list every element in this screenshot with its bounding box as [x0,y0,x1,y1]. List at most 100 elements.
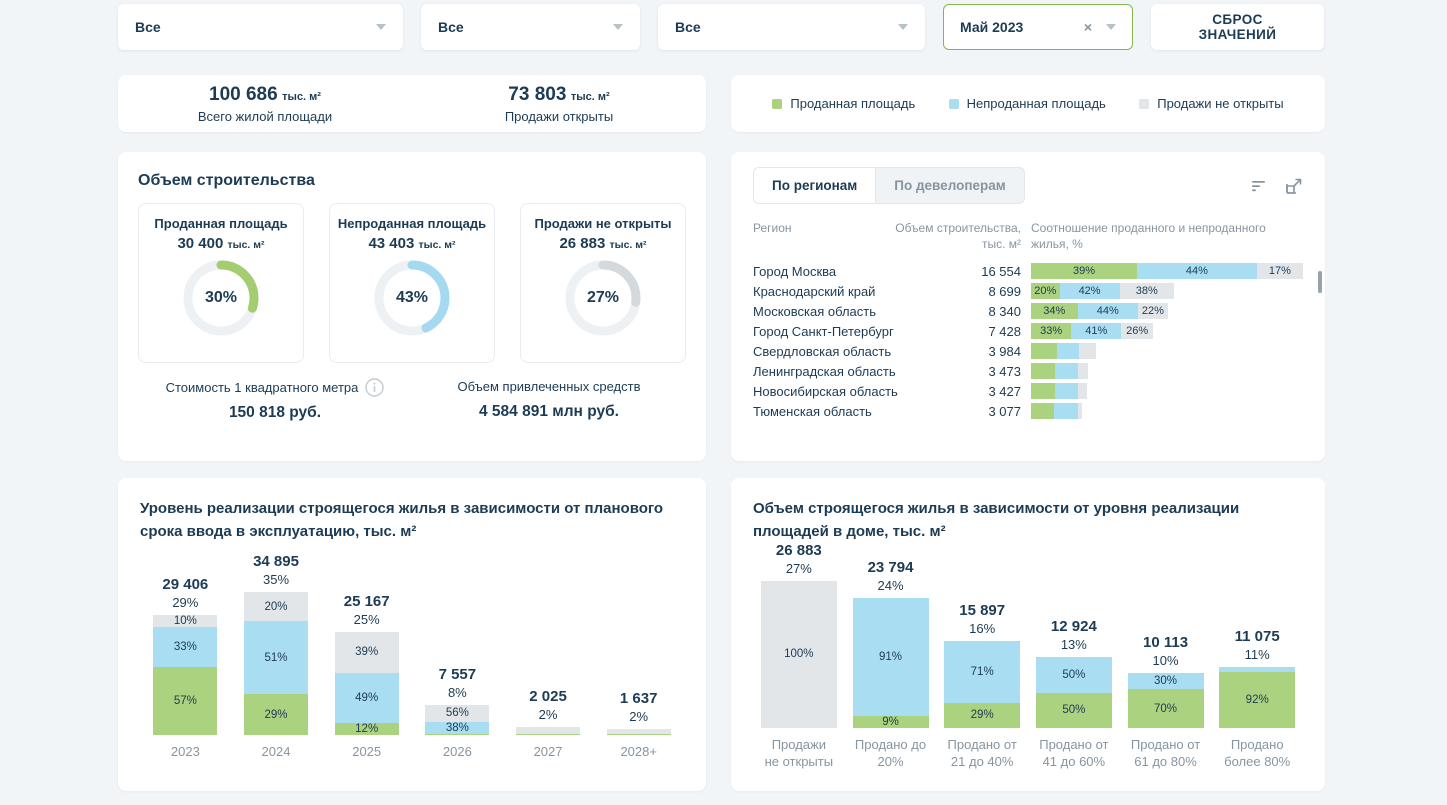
filter-dropdown-3-value: Все [675,19,701,35]
x-axis-label: Продано от 41 до 60% [1039,736,1108,771]
legend-label: Непроданная площадь [967,96,1106,111]
chart-column: 15 89716%71%29%Продано от 21 до 40% [936,549,1028,771]
table-row: Краснодарский край8 69920%42%38% [753,281,1303,301]
tab-by-developers[interactable]: По девелоперам [876,167,1024,204]
region-ratio-bar [1031,363,1088,379]
legend-item-1: Проданная площадь [772,96,915,111]
region-name: Город Москва [753,264,921,279]
donut-chart: 43% [374,260,450,336]
chevron-down-icon [376,24,386,30]
stat-sales-open-value: 73 803 [508,84,566,105]
filter-dropdown-2[interactable]: Все [421,4,640,50]
bar-total-label: 29 406 [162,576,208,593]
chevron-down-icon [1106,24,1116,30]
clear-filter-icon[interactable]: × [1084,20,1092,34]
chart-column: 26 88327%100%Продажи не открыты [753,549,845,771]
bar-segment-gray [516,727,580,734]
legend-swatch [1139,99,1149,109]
bar-total-label: 26 883 [776,542,822,559]
bar-segment-blue: 44% [1137,263,1257,279]
bar-stack: 100% [761,581,837,728]
bar-total-label: 23 794 [868,559,914,576]
bar-segment-gray: 100% [761,581,837,728]
filter-dropdown-period[interactable]: Май 2023 × [943,4,1133,50]
regions-tabs: По регионам По девелоперам [753,167,1025,204]
stat-total-area: 100 686 тыс. м² Всего жилой площади [118,84,412,124]
tab-by-regions[interactable]: По регионам [753,167,876,204]
bar-segment-blue: 71% [944,641,1020,703]
legend-item-3: Продажи не открыты [1139,96,1283,111]
region-volume: 3 984 [921,344,1021,359]
filter-dropdown-1-value: Все [135,19,161,35]
filter-dropdown-1[interactable]: Все [118,4,403,50]
bar-stack: 56%38% [425,705,489,736]
donut-card-1: Проданная площадь30 400 тыс. м²30% [138,203,304,363]
bar-total-label: 15 897 [959,602,1005,619]
region-volume: 8 340 [921,304,1021,319]
filter-dropdown-3[interactable]: Все [658,4,925,50]
x-axis-label: 2024 [262,743,291,761]
bar-share-label: 2% [629,709,648,724]
filter-dropdown-period-value: Май 2023 [960,19,1023,35]
info-icon[interactable] [365,378,384,397]
region-name: Краснодарский край [753,284,921,299]
region-name: Город Санкт-Петербург [753,324,921,339]
bar-stack: 39%49%12% [335,632,399,735]
bar-total-label: 11 075 [1235,628,1280,645]
x-axis-label: Продано от 21 до 40% [948,736,1017,771]
bar-segment-green: 9% [853,716,929,728]
bar-stack [516,727,580,735]
bar-stack: 50%50% [1036,657,1112,728]
bar-total-label: 25 167 [344,593,390,610]
region-ratio-bar: 20%42%38% [1031,283,1174,299]
donut-chart: 27% [565,260,641,336]
donut-value-number: 30 400 [177,235,227,252]
region-volume: 3 077 [921,404,1021,419]
summary-stats-card: 100 686 тыс. м² Всего жилой площади 73 8… [118,75,706,132]
stat-sales-open-label: Продажи открыты [412,109,706,124]
bar-segment-blue: 33% [153,627,217,667]
bar-share-label: 2% [539,707,558,722]
bar-segment-green: 57% [153,667,217,736]
donut-value-unit: тыс. м² [609,239,646,251]
bar-segment-gray: 56% [425,705,489,722]
table-row: Город Москва16 55439%44%17% [753,261,1303,281]
legend-swatch [772,99,782,109]
region-ratio-bar [1031,343,1096,359]
construction-volume-title: Объем строительства [138,172,686,190]
sort-icon[interactable] [1251,179,1267,193]
bar-segment-blue: 91% [853,598,929,716]
region-volume: 7 428 [921,324,1021,339]
stat-total-area-unit: тыс. м² [282,91,321,103]
bar-segment-blue: 42% [1060,283,1120,299]
bar-segment-green: 29% [944,703,1020,728]
region-ratio-bar: 39%44%17% [1031,263,1303,279]
chart-column: 23 79424%91%9%Продано до 20% [845,549,937,771]
col-volume: Объем строительства, тыс. м² [893,221,1021,252]
filter-bar: Все Все Все Май 2023 × СБРОС ЗНАЧЕНИЙ [118,4,1325,50]
table-row: Московская область8 34034%44%22% [753,301,1303,321]
bar-segment-blue: 51% [244,621,308,694]
chart-column: 11 07511%92%Продано более 80% [1211,549,1303,771]
chart-by-completion-year: 29 40629%10%33%57%202334 89535%20%51%29%… [140,549,684,761]
expand-icon[interactable] [1285,177,1303,195]
region-volume: 3 473 [921,364,1021,379]
bar-segment-green [1031,363,1055,379]
chart-column: 12 92413%50%50%Продано от 41 до 60% [1028,549,1120,771]
scrollbar-thumb[interactable] [1318,271,1322,293]
bar-segment-blue: 50% [1036,657,1112,692]
bar-segment-green: 33% [1031,323,1071,339]
stat-total-area-label: Всего жилой площади [118,109,412,124]
x-axis-label: Продано от 61 до 80% [1131,736,1200,771]
x-axis-label: 2023 [171,743,200,761]
donut-percent: 27% [565,260,641,336]
bar-segment-gray: 22% [1138,303,1168,319]
bar-segment-blue [1057,343,1079,359]
raised-funds-label: Объем привлеченных средств [458,379,641,394]
reset-filters-button[interactable]: СБРОС ЗНАЧЕНИЙ [1151,4,1324,50]
region-ratio-bar: 33%41%26% [1031,323,1153,339]
bar-stack: 91%9% [853,598,929,728]
bar-segment-gray [1078,403,1082,419]
bar-segment-blue [1055,383,1079,399]
donut-title: Проданная площадь [145,216,297,231]
